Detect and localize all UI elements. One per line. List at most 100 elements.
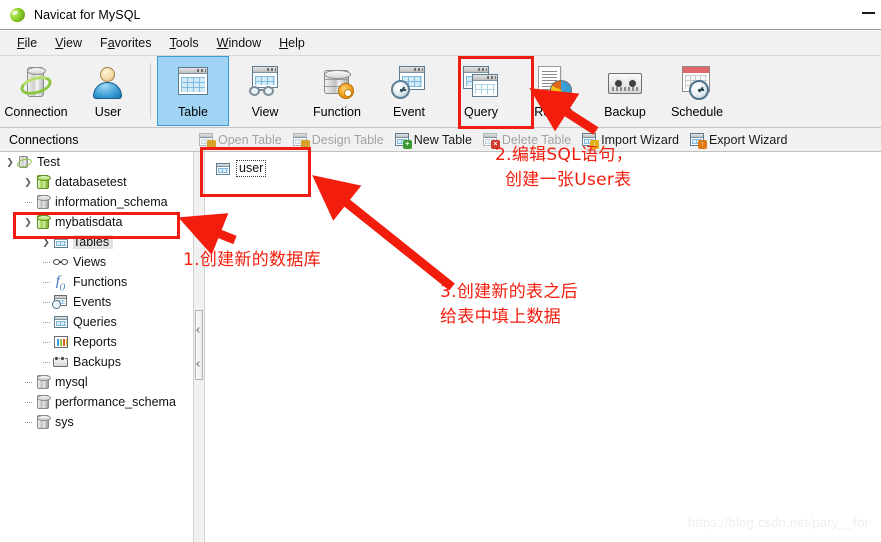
tree-node-views[interactable]: Views	[0, 252, 193, 272]
tree-label-functions: Functions	[73, 275, 128, 289]
backups-icon	[52, 354, 69, 370]
tree-node-mybatisdata[interactable]: ❯ mybatisdata	[0, 212, 193, 232]
connection-icon	[16, 64, 56, 102]
toolbar-label-connection: Connection	[4, 105, 68, 119]
object-list-pane[interactable]: user	[206, 152, 881, 542]
tree-node-sys[interactable]: sys	[0, 412, 193, 432]
tree-node-events[interactable]: Events	[0, 292, 193, 312]
tree-node-reports[interactable]: Reports	[0, 332, 193, 352]
tree-label-events: Events	[73, 295, 112, 309]
new-table-button[interactable]: + New Table	[391, 132, 478, 149]
table-icon	[173, 64, 213, 102]
toolbar-button-report[interactable]: Report	[517, 56, 589, 126]
tree-label-queries: Queries	[73, 315, 117, 329]
reports-icon	[52, 334, 69, 350]
menu-item-window[interactable]: Window	[208, 34, 270, 52]
minimize-button[interactable]	[862, 12, 875, 14]
menu-label-file: ile	[24, 36, 38, 50]
database-gray-icon	[34, 194, 51, 210]
design-table-button[interactable]: Design Table	[289, 132, 390, 149]
function-icon	[317, 64, 357, 102]
open-table-icon	[199, 132, 216, 149]
tree-dash	[22, 192, 34, 212]
navicat-logo-icon	[8, 5, 27, 24]
title-bar: Navicat for MySQL	[0, 0, 881, 30]
toolbar-button-schedule[interactable]: Schedule	[661, 56, 733, 126]
tree-label-performance-schema: performance_schema	[55, 395, 176, 409]
tree-label-reports: Reports	[73, 335, 117, 349]
design-table-icon	[292, 132, 310, 149]
toolbar-label-query: Query	[463, 105, 499, 119]
toolbar-label-schedule: Schedule	[670, 105, 724, 119]
chevron-right-icon[interactable]: ❯	[40, 232, 52, 252]
toolbar-label-backup: Backup	[604, 105, 646, 119]
chevron-right-icon[interactable]: ❯	[22, 172, 34, 192]
new-table-icon: +	[394, 132, 412, 149]
connections-tree[interactable]: ❯ Test ❯ databasetest information_schema…	[0, 152, 193, 542]
database-icon	[34, 174, 51, 190]
tree-node-tables[interactable]: ❯ Tables	[0, 232, 193, 252]
splitter-thumb[interactable]	[195, 310, 203, 380]
toolbar-button-event[interactable]: Event	[373, 56, 445, 126]
sidebar-splitter[interactable]	[193, 152, 205, 542]
menu-item-file[interactable]: File	[8, 34, 46, 52]
toolbar-separator	[150, 63, 151, 119]
open-table-button[interactable]: Open Table	[195, 132, 288, 149]
menu-item-favorites[interactable]: Favorites	[91, 34, 160, 52]
menu-item-view[interactable]: View	[46, 34, 91, 52]
chevron-down-icon[interactable]: ❯	[22, 212, 34, 232]
tree-label-sys: sys	[55, 415, 74, 429]
tree-node-functions[interactable]: f() Functions	[0, 272, 193, 292]
navicat-window: Navicat for MySQL File View Favorites To…	[0, 0, 881, 542]
table-object-icon	[214, 161, 231, 177]
query-icon	[461, 64, 501, 102]
user-icon	[88, 64, 128, 102]
toolbar-label-report: Report	[534, 105, 572, 119]
connection-node-icon	[16, 154, 33, 170]
menu-label-view: iew	[63, 36, 83, 50]
menu-item-tools[interactable]: Tools	[160, 34, 207, 52]
report-icon	[533, 64, 573, 102]
tree-label-information-schema: information_schema	[55, 195, 168, 209]
toolbar-button-backup[interactable]: Backup	[589, 56, 661, 126]
tree-node-information-schema[interactable]: information_schema	[0, 192, 193, 212]
table-object-name[interactable]: user	[236, 160, 267, 177]
menu-label-tools: ools	[175, 36, 199, 50]
tree-node-performance-schema[interactable]: performance_schema	[0, 392, 193, 412]
tree-node-backups[interactable]: Backups	[0, 352, 193, 372]
menu-label-window: indow	[228, 36, 262, 50]
tree-label-views: Views	[73, 255, 107, 269]
toolbar-label-table: Table	[178, 105, 208, 119]
table-object-user[interactable]: user	[214, 160, 267, 177]
tree-node-mysql[interactable]: mysql	[0, 372, 193, 392]
view-icon	[245, 64, 285, 102]
events-icon	[52, 294, 69, 310]
design-table-label: Design Table	[311, 132, 384, 147]
export-wizard-label: Export Wizard	[708, 132, 788, 147]
tree-dash	[40, 292, 52, 312]
new-table-label: New Table	[413, 132, 472, 147]
tree-dash	[22, 372, 34, 392]
tree-node-queries[interactable]: Queries	[0, 312, 193, 332]
annotation-note-2-line1: 2.编辑SQL语句，	[495, 145, 633, 165]
event-icon	[389, 64, 429, 102]
toolbar-button-view[interactable]: View	[229, 56, 301, 126]
toolbar-button-connection[interactable]: Connection	[0, 56, 72, 126]
toolbar-button-function[interactable]: Function	[301, 56, 373, 126]
tree-label-mybatisdata: mybatisdata	[55, 215, 123, 229]
toolbar-button-user[interactable]: User	[72, 56, 144, 126]
toolbar-label-event: Event	[393, 105, 425, 119]
queries-icon	[52, 314, 69, 330]
chevron-down-icon[interactable]: ❯	[4, 152, 16, 172]
tree-node-test[interactable]: ❯ Test	[0, 152, 193, 172]
object-toolbar: Connections Open Table Design Table + Ne…	[0, 128, 881, 152]
schedule-icon	[677, 64, 717, 102]
toolbar-group-objects: Table View Function Event Query Report B…	[157, 56, 733, 128]
toolbar-button-table[interactable]: Table	[157, 56, 229, 126]
toolbar-button-query[interactable]: Query	[445, 56, 517, 126]
export-wizard-button[interactable]: ↑ Export Wizard	[686, 132, 794, 149]
database-gray-icon	[34, 374, 51, 390]
backup-icon	[605, 64, 645, 102]
menu-item-help[interactable]: Help	[270, 34, 314, 52]
tree-node-databasetest[interactable]: ❯ databasetest	[0, 172, 193, 192]
